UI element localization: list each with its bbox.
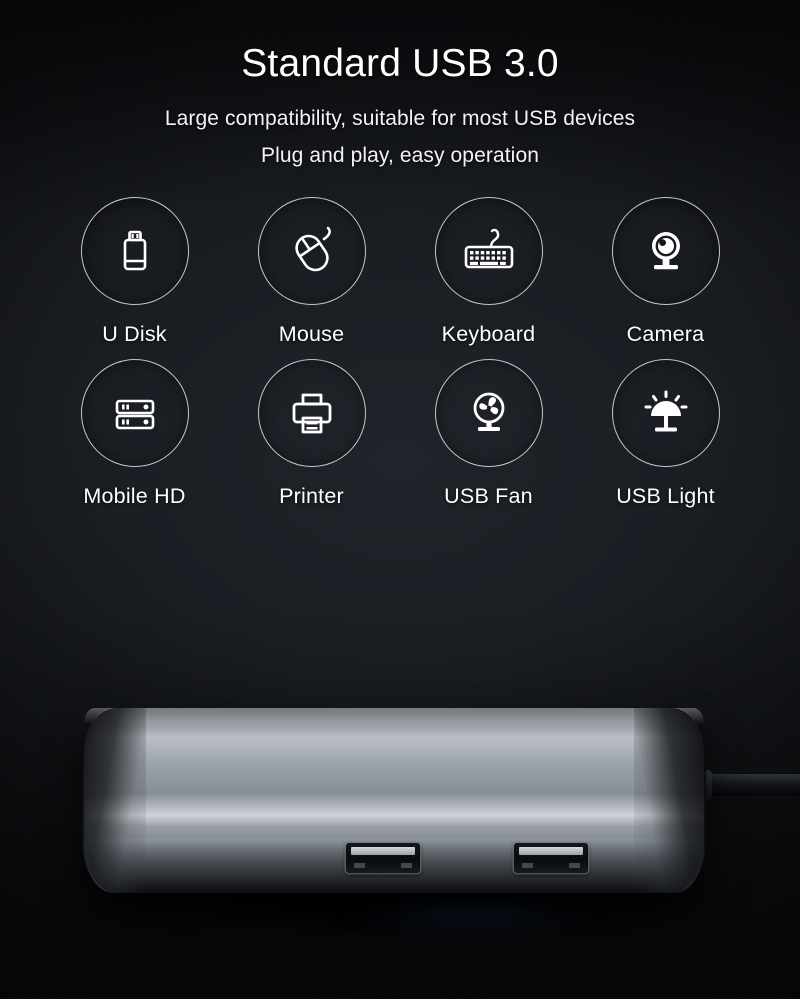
product-blue-glow (300, 895, 640, 929)
printer-icon (292, 393, 331, 434)
device-icon-circle (80, 359, 189, 467)
device-icon-circle (257, 359, 366, 467)
device-item-camera: Camera (577, 197, 754, 347)
device-item-mobile-hd: Mobile HD (46, 359, 223, 509)
keyboard-icon (464, 228, 513, 269)
device-icon-circle (80, 197, 189, 305)
usb-hub-body (82, 708, 706, 893)
usb-a-port-2 (514, 843, 588, 873)
usb-port-pin (569, 863, 580, 868)
device-item-u-disk: U Disk (46, 197, 223, 347)
hub-left-end-cap (82, 708, 146, 893)
external-hard-drive-icon (115, 399, 154, 430)
device-item-keyboard: Keyboard (400, 197, 577, 347)
compatible-devices-grid: U Disk Mouse Keyboard Camera Mobile HD P… (46, 197, 754, 509)
computer-mouse-icon (294, 226, 331, 272)
device-label: Camera (626, 322, 705, 346)
device-item-usb-light: USB Light (577, 359, 754, 509)
device-icon-circle (434, 359, 543, 467)
device-item-mouse: Mouse (223, 197, 400, 347)
device-label: Mobile HD (83, 484, 186, 508)
usb-port-pin (401, 863, 412, 868)
device-icon-circle (611, 359, 720, 467)
device-icon-circle (611, 197, 720, 305)
usb-port-insert (351, 847, 415, 855)
product-photo (0, 690, 800, 999)
usb-flash-drive-icon (123, 230, 146, 271)
device-label: Printer (279, 484, 344, 508)
desk-fan-icon (473, 392, 504, 431)
device-icon-circle (434, 197, 543, 305)
product-banner: Standard USB 3.0 Large compatibility, su… (0, 0, 800, 999)
device-item-printer: Printer (223, 359, 400, 509)
device-item-usb-fan: USB Fan (400, 359, 577, 509)
device-label: USB Fan (444, 484, 533, 508)
hub-top-highlight (84, 708, 704, 724)
webcam-icon (651, 232, 680, 270)
headline-block: Standard USB 3.0 Large compatibility, su… (0, 0, 800, 166)
page-title: Standard USB 3.0 (241, 42, 559, 85)
device-label: Mouse (278, 322, 345, 346)
desk-lamp-icon (644, 390, 687, 432)
hub-right-end-cap (634, 708, 706, 893)
usb-port-pin (354, 863, 365, 868)
usb-port-pin (522, 863, 533, 868)
device-label: USB Light (616, 484, 715, 508)
device-label: Keyboard (441, 322, 536, 346)
device-label: U Disk (102, 322, 167, 346)
subtitle-line-1: Large compatibility, suitable for most U… (164, 107, 636, 131)
subtitle-line-2: Plug and play, easy operation (260, 144, 540, 168)
usb-port-insert (519, 847, 583, 855)
device-icon-circle (257, 197, 366, 305)
usb-a-port-1 (346, 843, 420, 873)
